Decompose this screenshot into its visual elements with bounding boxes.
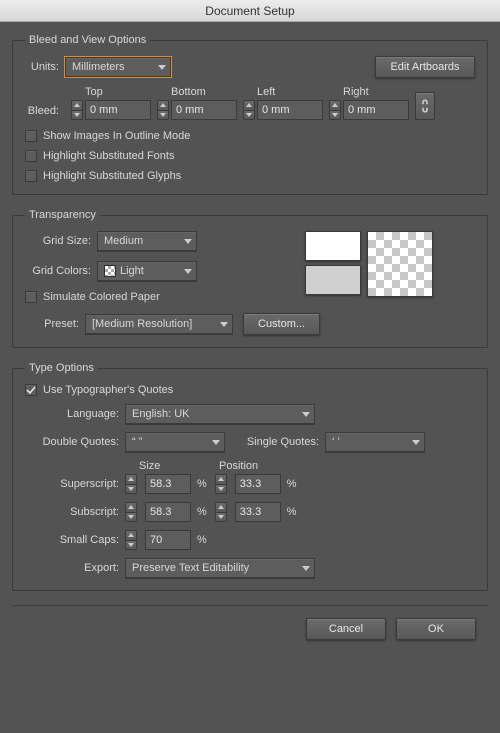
grid-colors-value: Light bbox=[120, 265, 178, 277]
bleed-left-stepper[interactable] bbox=[243, 100, 255, 120]
typographers-quotes-checkbox[interactable]: Use Typographer's Quotes bbox=[25, 384, 173, 396]
chevron-down-icon bbox=[302, 412, 310, 417]
percent-label: % bbox=[197, 506, 207, 518]
transparency-group: Transparency Grid Size: Medium Grid Colo… bbox=[12, 209, 488, 348]
grid-colors-select[interactable]: Light bbox=[97, 261, 197, 281]
subscript-pos-input[interactable]: 33.3 bbox=[235, 502, 281, 522]
grid-size-select[interactable]: Medium bbox=[97, 231, 197, 251]
ok-button[interactable]: OK bbox=[396, 618, 476, 640]
title-bar: Document Setup bbox=[0, 0, 500, 22]
bleed-top-header: Top bbox=[71, 86, 151, 100]
bleed-label: Bleed: bbox=[25, 105, 65, 120]
superscript-size-input[interactable]: 58.3 bbox=[145, 474, 191, 494]
dialog-body: Bleed and View Options Units: Millimeter… bbox=[0, 22, 500, 646]
cancel-button[interactable]: Cancel bbox=[306, 618, 386, 640]
transparency-preview bbox=[367, 231, 433, 297]
bleed-bottom-stepper[interactable] bbox=[157, 100, 169, 120]
highlight-glyphs-checkbox[interactable]: Highlight Substituted Glyphs bbox=[25, 170, 181, 182]
single-quotes-value: ‘ ’ bbox=[332, 436, 340, 448]
percent-label: % bbox=[287, 478, 297, 490]
smallcaps-stepper[interactable] bbox=[125, 530, 137, 550]
chevron-down-icon bbox=[212, 440, 220, 445]
bleed-right-stepper[interactable] bbox=[329, 100, 341, 120]
superscript-pos-input[interactable]: 33.3 bbox=[235, 474, 281, 494]
subscript-pos-stepper[interactable] bbox=[215, 502, 227, 522]
bleed-left-header: Left bbox=[243, 86, 323, 100]
bleed-bottom-header: Bottom bbox=[157, 86, 237, 100]
bleed-right-header: Right bbox=[329, 86, 409, 100]
double-quotes-select[interactable]: “ ” bbox=[125, 432, 225, 452]
preset-label: Preset: bbox=[25, 318, 85, 330]
language-value: English: UK bbox=[132, 408, 189, 420]
superscript-pos-stepper[interactable] bbox=[215, 474, 227, 494]
type-options-legend: Type Options bbox=[25, 362, 98, 374]
percent-label: % bbox=[197, 534, 207, 546]
swatch-gray[interactable] bbox=[305, 265, 361, 295]
bleed-top-input[interactable]: 0 mm bbox=[85, 100, 151, 120]
type-options-group: Type Options Use Typographer's Quotes La… bbox=[12, 362, 488, 591]
double-quotes-value: “ ” bbox=[132, 436, 142, 448]
chevron-down-icon bbox=[220, 322, 228, 327]
smallcaps-label: Small Caps: bbox=[25, 534, 125, 546]
swatch-white[interactable] bbox=[305, 231, 361, 261]
smallcaps-input[interactable]: 70 bbox=[145, 530, 191, 550]
subscript-size-stepper[interactable] bbox=[125, 502, 137, 522]
chevron-down-icon bbox=[158, 65, 166, 70]
subscript-label: Subscript: bbox=[25, 506, 125, 518]
chevron-down-icon bbox=[184, 269, 192, 274]
single-quotes-label: Single Quotes: bbox=[225, 436, 325, 448]
language-label: Language: bbox=[25, 408, 125, 420]
preset-value: [Medium Resolution] bbox=[92, 318, 192, 330]
grid-size-label: Grid Size: bbox=[25, 235, 97, 247]
double-quotes-label: Double Quotes: bbox=[25, 436, 125, 448]
units-value: Millimeters bbox=[72, 61, 125, 73]
chevron-down-icon bbox=[412, 440, 420, 445]
highlight-glyphs-label: Highlight Substituted Glyphs bbox=[43, 170, 181, 182]
highlight-fonts-checkbox[interactable]: Highlight Substituted Fonts bbox=[25, 150, 174, 162]
superscript-size-stepper[interactable] bbox=[125, 474, 137, 494]
dialog-footer: Cancel OK bbox=[12, 605, 488, 640]
simulate-paper-checkbox[interactable]: Simulate Colored Paper bbox=[25, 291, 160, 303]
size-header: Size bbox=[125, 460, 205, 472]
bleed-bottom-input[interactable]: 0 mm bbox=[171, 100, 237, 120]
custom-button[interactable]: Custom... bbox=[243, 313, 320, 335]
grid-color-swatches bbox=[305, 231, 361, 303]
units-label: Units: bbox=[25, 61, 65, 73]
edit-artboards-button[interactable]: Edit Artboards bbox=[375, 56, 475, 78]
language-select[interactable]: English: UK bbox=[125, 404, 315, 424]
export-value: Preserve Text Editability bbox=[132, 562, 249, 574]
transparency-legend: Transparency bbox=[25, 209, 100, 221]
simulate-paper-label: Simulate Colored Paper bbox=[43, 291, 160, 303]
preset-select[interactable]: [Medium Resolution] bbox=[85, 314, 233, 334]
typographers-quotes-label: Use Typographer's Quotes bbox=[43, 384, 173, 396]
percent-label: % bbox=[197, 478, 207, 490]
superscript-label: Superscript: bbox=[25, 478, 125, 490]
percent-label: % bbox=[287, 506, 297, 518]
bleed-left-input[interactable]: 0 mm bbox=[257, 100, 323, 120]
export-label: Export: bbox=[25, 562, 125, 574]
show-images-label: Show Images In Outline Mode bbox=[43, 130, 190, 142]
bleed-top-stepper[interactable] bbox=[71, 100, 83, 120]
bleed-view-group: Bleed and View Options Units: Millimeter… bbox=[12, 34, 488, 195]
checker-swatch-icon bbox=[104, 265, 116, 277]
highlight-fonts-label: Highlight Substituted Fonts bbox=[43, 150, 174, 162]
bleed-right-input[interactable]: 0 mm bbox=[343, 100, 409, 120]
position-header: Position bbox=[205, 460, 305, 472]
bleed-legend: Bleed and View Options bbox=[25, 34, 150, 46]
export-select[interactable]: Preserve Text Editability bbox=[125, 558, 315, 578]
grid-size-value: Medium bbox=[104, 235, 143, 247]
single-quotes-select[interactable]: ‘ ’ bbox=[325, 432, 425, 452]
show-images-checkbox[interactable]: Show Images In Outline Mode bbox=[25, 130, 190, 142]
grid-colors-label: Grid Colors: bbox=[25, 265, 97, 277]
subscript-size-input[interactable]: 58.3 bbox=[145, 502, 191, 522]
bleed-link-button[interactable] bbox=[415, 92, 435, 120]
link-icon bbox=[420, 98, 430, 114]
chevron-down-icon bbox=[302, 566, 310, 571]
window-title: Document Setup bbox=[205, 4, 294, 18]
chevron-down-icon bbox=[184, 239, 192, 244]
units-select[interactable]: Millimeters bbox=[65, 57, 171, 77]
